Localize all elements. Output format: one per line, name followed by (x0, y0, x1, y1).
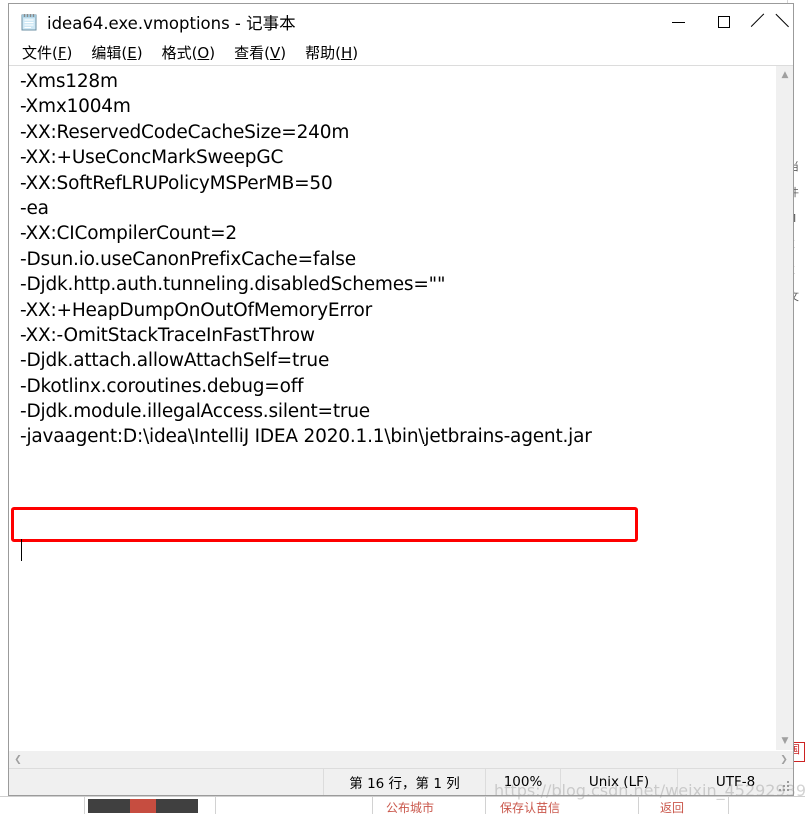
scroll-right-icon[interactable]: ❯ (775, 751, 793, 769)
menu-item-help[interactable]: 帮助(H) (303, 41, 360, 64)
editor-line: -ea (20, 197, 49, 219)
vertical-scrollbar[interactable]: ▲ ▼ (775, 66, 793, 750)
editor-line-highlighted: -javaagent:D:\idea\IntelliJ IDEA 2020.1.… (20, 426, 592, 448)
background-bottom-divider (84, 797, 85, 814)
editor-line: -Dkotlinx.coroutines.debug=off (20, 375, 304, 397)
status-line-ending: Unix (LF) (560, 769, 677, 795)
menu-item-file[interactable]: 文件(F) (20, 41, 74, 64)
title-bar[interactable]: idea64.exe.vmoptions - 记事本 (9, 4, 793, 40)
close-button[interactable] (747, 4, 793, 40)
background-bottom-divider (372, 797, 373, 814)
scroll-up-icon[interactable]: ▲ (776, 66, 794, 84)
text-editor[interactable]: -Xms128m -Xmx1004m -XX:ReservedCodeCache… (9, 66, 775, 750)
background-bottom-divider (728, 797, 729, 814)
scroll-down-icon[interactable]: ▼ (776, 732, 794, 750)
editor-line: -XX:-OmitStackTraceInFastThrow (20, 324, 315, 346)
window-controls (655, 4, 793, 40)
menu-label-edit: 编辑( (91, 44, 128, 62)
editor-line: -Djdk.module.illegalAccess.silent=true (20, 401, 370, 423)
editor-line: -XX:CICompilerCount=2 (20, 223, 237, 245)
status-zoom-level[interactable]: 100% (485, 769, 560, 795)
menu-accel-view: V (269, 44, 281, 62)
background-bottom-divider (638, 797, 639, 814)
menu-tail-file: ) (66, 44, 73, 62)
editor-line: -XX:ReservedCodeCacheSize=240m (20, 121, 350, 143)
menu-accel-help: H (340, 44, 353, 62)
menu-tail-help: ) (352, 44, 359, 62)
background-bottom-thumbnail (88, 799, 198, 813)
editor-line: -Djdk.http.auth.tunneling.disabledScheme… (20, 274, 446, 296)
notepad-window: idea64.exe.vmoptions - 记事本 文件(F) 编辑(E) 格… (8, 3, 794, 796)
background-bottom-cell: 公布城市 (386, 801, 435, 814)
menu-item-view[interactable]: 查看(V) (232, 41, 288, 64)
menu-bar: 文件(F) 编辑(E) 格式(O) 查看(V) 帮助(H) (9, 40, 793, 65)
editor-line: -XX:+UseConcMarkSweepGC (20, 147, 284, 169)
minimize-icon (671, 21, 685, 23)
menu-accel-format: O (197, 44, 210, 62)
background-bottom-divider (215, 797, 216, 814)
editor-line: -Xmx1004m (20, 96, 131, 118)
background-bottom-cell: 返回 (660, 801, 685, 814)
text-caret (21, 539, 23, 561)
menu-label-format: 格式( (161, 44, 198, 62)
notepad-icon (19, 12, 39, 32)
editor-area: -Xms128m -Xmx1004m -XX:ReservedCodeCache… (9, 65, 793, 750)
close-icon (763, 15, 777, 29)
background-bottom-divider (485, 797, 486, 814)
menu-item-format[interactable]: 格式(O) (160, 41, 218, 64)
status-spacer (9, 769, 323, 795)
screen: 当 件 П E E 文 国 公布城市 保存认苗信 返回 (0, 0, 805, 814)
status-encoding: UTF-8 (677, 769, 793, 795)
menu-accel-edit: E (127, 44, 137, 62)
resize-grip-icon[interactable] (779, 781, 791, 793)
editor-line: -XX:SoftRefLRUPolicyMSPerMB=50 (20, 172, 333, 194)
menu-tail-edit: ) (136, 44, 143, 62)
highlight-rectangle (11, 507, 638, 542)
menu-tail-view: ) (280, 44, 287, 62)
window-title: idea64.exe.vmoptions - 记事本 (47, 14, 296, 33)
status-cursor-position: 第 16 行，第 1 列 (323, 769, 485, 795)
menu-accel-file: F (57, 44, 67, 62)
minimize-button[interactable] (655, 4, 701, 40)
editor-line: -Dsun.io.useCanonPrefixCache=false (20, 248, 356, 270)
menu-label-help: 帮助( (305, 44, 341, 62)
scroll-left-icon[interactable]: ❮ (9, 751, 27, 769)
editor-line: -Xms128m (20, 71, 118, 92)
editor-line: -Djdk.attach.allowAttachSelf=true (20, 350, 330, 372)
horizontal-scrollbar[interactable]: ❮ ❯ (9, 750, 793, 768)
menu-item-edit[interactable]: 编辑(E) (89, 41, 144, 64)
menu-label-file: 文件( (22, 44, 58, 62)
maximize-button[interactable] (701, 4, 747, 40)
editor-line: -XX:+HeapDumpOnOutOfMemoryError (20, 299, 372, 321)
menu-tail-format: ) (209, 44, 216, 62)
maximize-icon (718, 16, 730, 28)
status-bar: 第 16 行，第 1 列 100% Unix (LF) UTF-8 (9, 768, 793, 795)
background-bottom-cell: 保存认苗信 (500, 801, 561, 814)
menu-label-view: 查看( (234, 44, 270, 62)
